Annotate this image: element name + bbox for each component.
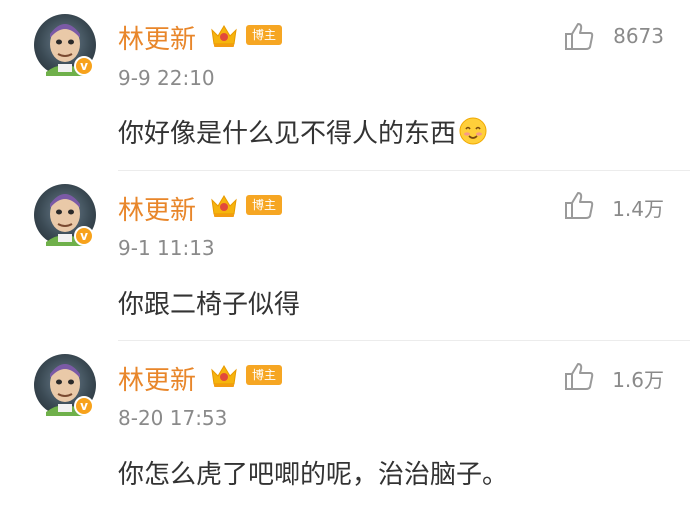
comment-text: 你跟二椅子似得 [118, 290, 301, 320]
username[interactable]: 林更新 [118, 360, 196, 397]
like-count: 8673 [613, 24, 664, 48]
comment-item: v 林更新 博主 9-1 11:13 你跟二椅子似得 1.4万 [0, 170, 690, 340]
comment-text: 你好像是什么见不得人的东西 [118, 113, 488, 153]
like-count: 1.6万 [612, 368, 664, 392]
comment-timestamp: 9-1 11:13 [118, 236, 215, 260]
like-thumb-icon[interactable] [563, 21, 595, 51]
comment-timestamp: 8-20 17:53 [118, 406, 228, 430]
comment-text-body: 你好像是什么见不得人的东西 [118, 119, 457, 149]
username[interactable]: 林更新 [118, 190, 196, 227]
owner-badge: 博主 [246, 25, 282, 45]
verified-badge-icon: v [74, 56, 94, 76]
comment-item: v 林更新 博主 9-9 22:10 你好像是什么见不得人的东西 8673 [0, 0, 690, 170]
username[interactable]: 林更新 [118, 19, 196, 56]
like-thumb-icon[interactable] [563, 361, 595, 391]
crown-icon [211, 25, 237, 47]
blush-emoji-icon [458, 116, 488, 153]
verified-badge-icon: v [74, 396, 94, 416]
owner-badge: 博主 [246, 195, 282, 215]
comment-item: v 林更新 博主 8-20 17:53 你怎么虎了吧唧的呢，治治脑子。 1.6万 [0, 340, 690, 508]
owner-badge: 博主 [246, 365, 282, 385]
crown-icon [211, 195, 237, 217]
comment-text: 你怎么虎了吧唧的呢，治治脑子。 [118, 460, 509, 490]
crown-icon [211, 365, 237, 387]
like-thumb-icon[interactable] [563, 190, 595, 220]
verified-badge-icon: v [74, 226, 94, 246]
comment-timestamp: 9-9 22:10 [118, 66, 215, 90]
like-count: 1.4万 [612, 197, 664, 221]
